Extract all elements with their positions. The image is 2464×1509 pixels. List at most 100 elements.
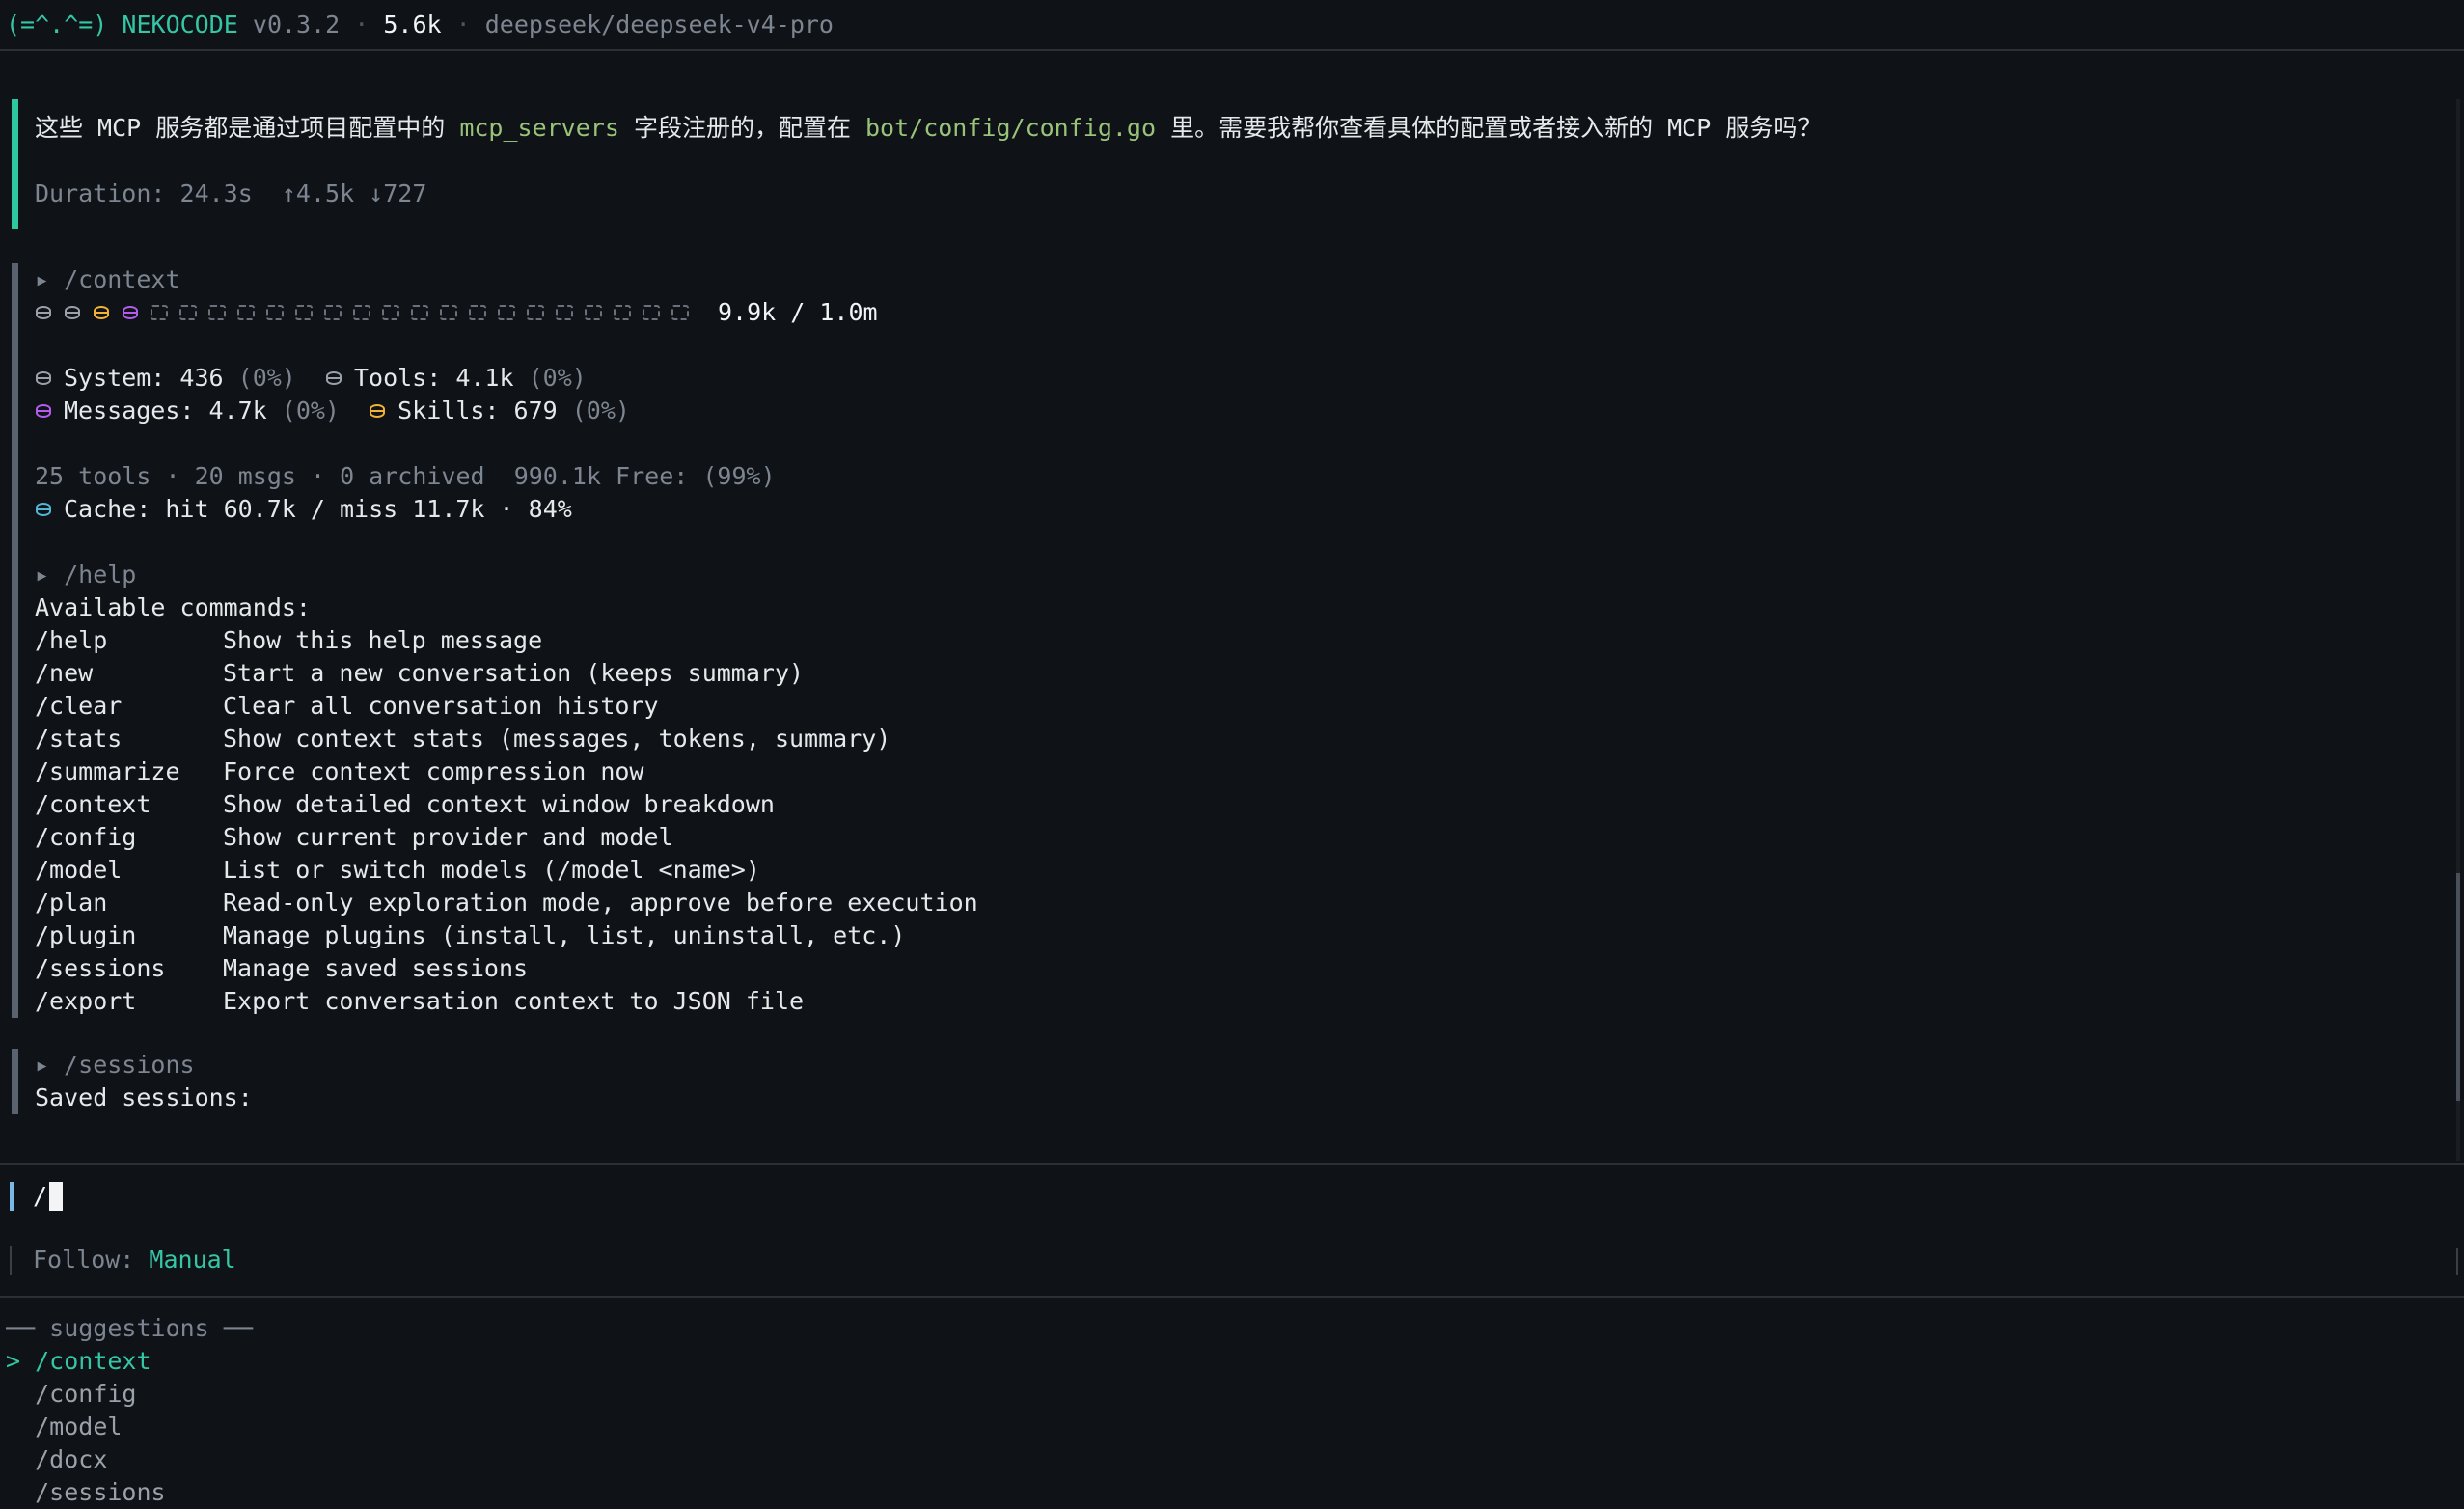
help-row: /context Show detailed context window bre… <box>35 788 978 821</box>
help-output: ▸ /help Available commands: /help Show th… <box>12 559 978 1018</box>
reply-code-config-path: bot/config/config.go <box>865 114 1157 142</box>
help-row: /new Start a new conversation (keeps summ… <box>35 657 978 690</box>
title-bar: (=^.^=) NEKOCODE v0.3.2 · 5.6k · deepsee… <box>0 0 2464 51</box>
skills-db-icon <box>369 402 386 420</box>
free-cell <box>671 305 689 320</box>
reply-bar <box>12 99 18 229</box>
context-row-2: Messages: 4.7k (0%) Skills: 679 (0%) <box>35 395 878 427</box>
help-row: /help Show this help message <box>35 624 978 657</box>
system-pct: (0%) <box>237 364 296 392</box>
help-row: /model List or switch models (/model <nam… <box>35 854 978 887</box>
help-row: /plugin Manage plugins (install, list, un… <box>35 919 978 952</box>
skills-stat: Skills: 679 <box>397 397 558 425</box>
context-row-1: System: 436 (0%) Tools: 4.1k (0%) <box>35 362 878 395</box>
help-command-name: /plugin <box>35 921 137 949</box>
help-row: /stats Show context stats (messages, toke… <box>35 723 978 755</box>
suggestions-list: > /context /config /model /docx /session… <box>6 1345 2456 1505</box>
help-command-desc: Export conversation context to JSON file <box>223 987 805 1015</box>
suggestion-item[interactable]: /docx <box>6 1443 2456 1476</box>
context-usage-value: 9.9k / 1.0m <box>718 298 878 326</box>
suggestion-item[interactable]: /config <box>6 1378 2456 1411</box>
suggestions-header: ── suggestions ── <box>6 1314 253 1342</box>
suggestion-label: /config <box>35 1380 137 1408</box>
help-command-desc: Clear all conversation history <box>223 692 659 720</box>
reply-text-part: 这些 MCP 服务都是通过项目配置中的 <box>35 114 460 142</box>
follow-label: Follow: <box>33 1246 150 1274</box>
help-command-name: /stats <box>35 725 123 753</box>
help-command-name: /config <box>35 823 137 851</box>
context-bar <box>12 263 18 574</box>
scrollbar-thumb[interactable] <box>2456 873 2460 1101</box>
help-command-name: /summarize <box>35 757 180 785</box>
follow-mode[interactable]: Manual <box>149 1244 235 1276</box>
sessions-title: Saved sessions: <box>35 1084 253 1111</box>
input-area: / Follow: Manual <box>0 1163 2464 1298</box>
help-command-desc: Start a new conversation (keeps summary) <box>223 659 805 687</box>
suggestion-item[interactable]: /sessions <box>6 1476 2456 1505</box>
free-cell <box>324 305 342 320</box>
suggestion-label: /context <box>35 1347 151 1375</box>
help-command-desc: Manage saved sessions <box>223 954 529 982</box>
follow-right-bar <box>2456 1248 2458 1275</box>
free-cell <box>237 305 255 320</box>
free-cell <box>151 305 168 320</box>
messages-db-icon <box>35 402 52 420</box>
free-cell <box>527 305 544 320</box>
suggestion-label: /sessions <box>35 1478 166 1505</box>
suggestion-marker <box>6 1413 35 1440</box>
logo: (=^.^=) <box>6 10 108 39</box>
free-cell <box>208 305 226 320</box>
follow-status: Follow: Manual <box>10 1244 236 1276</box>
text-cursor <box>49 1182 64 1211</box>
model-name: deepseek/deepseek-v4-pro <box>484 10 834 39</box>
help-command-name: /new <box>35 659 94 687</box>
context-command[interactable]: ▸ /context <box>35 263 878 296</box>
help-command-desc: Force context compression now <box>223 757 644 785</box>
help-row: /sessions Manage saved sessions <box>35 952 978 985</box>
free-cell <box>614 305 631 320</box>
app-name: NEKOCODE <box>122 10 238 39</box>
conversation-view[interactable]: 这些 MCP 服务都是通过项目配置中的 mcp_servers 字段注册的，配置… <box>0 51 2464 1163</box>
tools-stat: Tools: 4.1k <box>353 364 514 392</box>
messages-stat: Messages: 4.7k <box>64 397 267 425</box>
prompt-input[interactable]: / <box>10 1180 64 1213</box>
system-stat: System: 436 <box>64 364 224 392</box>
free-cells <box>151 305 700 320</box>
help-command-desc: Show context stats (messages, tokens, su… <box>223 725 891 753</box>
help-row: /plan Read-only exploration mode, approve… <box>35 887 978 919</box>
prompt-bar <box>10 1182 14 1211</box>
context-output: ▸ /context 9.9k / 1.0m System: 436 (0%) … <box>12 263 878 574</box>
free-cell <box>585 305 602 320</box>
skills-db-icon <box>93 304 110 321</box>
free-cell <box>179 305 197 320</box>
assistant-reply: 这些 MCP 服务都是通过项目配置中的 mcp_servers 字段注册的，配置… <box>12 99 1821 229</box>
suggestion-label: /docx <box>35 1445 108 1473</box>
reply-text: 这些 MCP 服务都是通过项目配置中的 mcp_servers 字段注册的，配置… <box>35 112 1821 145</box>
cache-stat: Cache: hit 60.7k / miss 11.7k · 84% <box>64 495 572 523</box>
tools-pct: (0%) <box>528 364 587 392</box>
messages-db-icon <box>122 304 139 321</box>
sessions-output: ▸ /sessions Saved sessions: <box>12 1049 253 1114</box>
reply-duration: Duration: 24.3s ↑4.5k ↓727 <box>35 179 427 207</box>
follow-bar <box>10 1246 12 1275</box>
sessions-bar <box>12 1049 18 1114</box>
help-list: /help Show this help message/new Start a n… <box>35 624 978 1018</box>
free-cell <box>440 305 457 320</box>
help-row: /clear Clear all conversation history <box>35 690 978 723</box>
suggestion-item[interactable]: /model <box>6 1411 2456 1443</box>
help-command-desc: Show current provider and model <box>223 823 673 851</box>
suggestions-panel: ── suggestions ── > /context /config /mo… <box>6 1312 2456 1505</box>
help-command[interactable]: ▸ /help <box>35 559 978 591</box>
help-command-desc: Show detailed context window breakdown <box>223 790 775 818</box>
free-cell <box>266 305 284 320</box>
reply-text-part: 里。需要我帮你查看具体的配置或者接入新的 MCP 服务吗？ <box>1156 114 1822 142</box>
prompt-value[interactable]: / <box>33 1180 47 1213</box>
tools-db-icon <box>64 304 81 321</box>
free-cell <box>556 305 573 320</box>
sessions-command[interactable]: ▸ /sessions <box>35 1049 253 1082</box>
app-version: v0.3.2 <box>252 10 341 39</box>
suggestion-item[interactable]: > /context <box>6 1345 2456 1378</box>
free-cell <box>411 305 428 320</box>
free-cell <box>643 305 660 320</box>
system-db-icon <box>35 370 52 387</box>
